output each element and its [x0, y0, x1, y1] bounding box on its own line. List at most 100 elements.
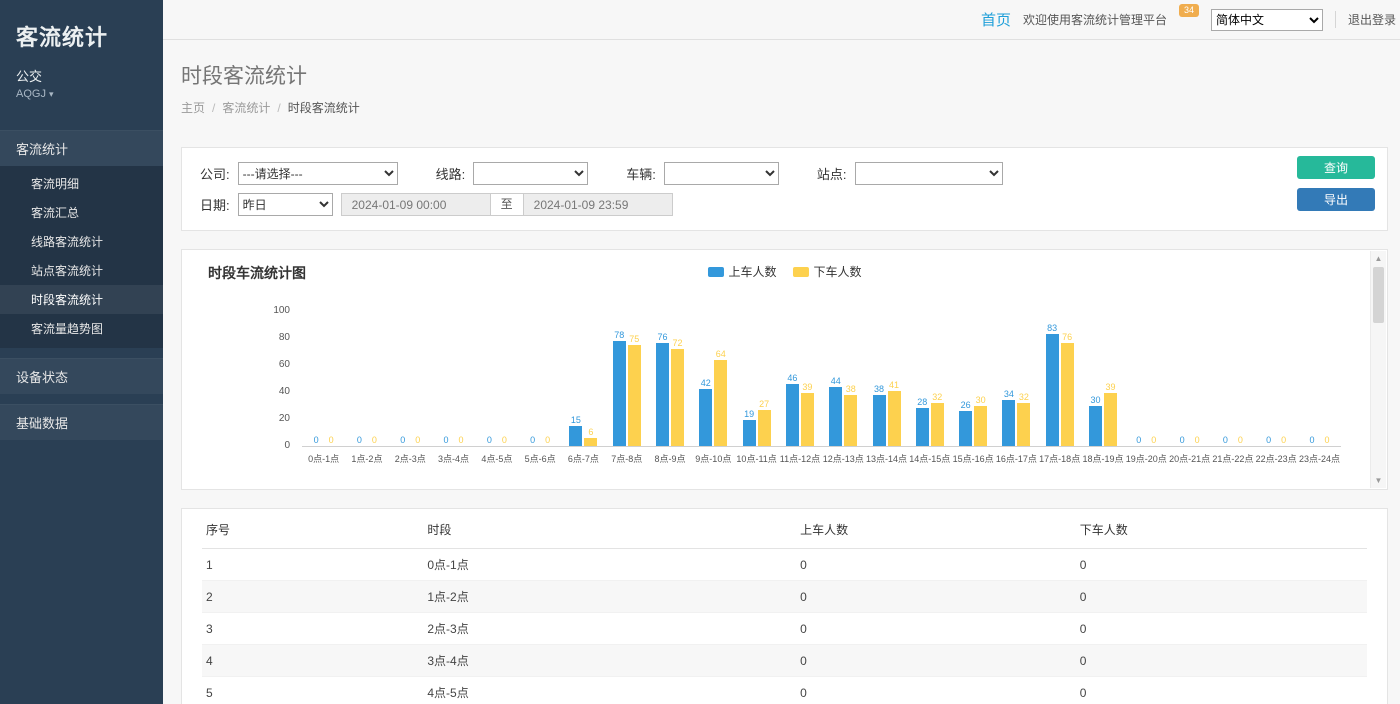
bar-value-label: 0	[1309, 435, 1314, 445]
bar-column: 76	[1061, 332, 1074, 446]
station-select[interactable]	[855, 162, 1003, 185]
sidebar-item[interactable]: 客流汇总	[0, 198, 163, 227]
language-select[interactable]: 简体中文	[1211, 9, 1323, 31]
sidebar-menu: 客流统计客流明细客流汇总线路客流统计站点客流统计时段客流统计客流量趋势图设备状态…	[0, 130, 163, 440]
bar-value-label: 15	[571, 415, 581, 425]
bar[interactable]	[829, 387, 842, 446]
search-button[interactable]: 查询	[1297, 156, 1375, 179]
bar[interactable]	[1061, 343, 1074, 446]
table-row: 21点-2点00	[202, 581, 1367, 613]
bar-pair: 3432	[1002, 389, 1030, 446]
bar-column: 32	[1017, 392, 1030, 446]
notification-badge[interactable]: 34	[1179, 4, 1199, 17]
end-date-input[interactable]	[523, 193, 673, 216]
bar-pair: 4264	[699, 349, 727, 446]
bar[interactable]	[613, 341, 626, 446]
line-label: 线路:	[436, 164, 466, 183]
sidebar-item[interactable]: 线路客流统计	[0, 227, 163, 256]
sidebar-item[interactable]: 时段客流统计	[0, 285, 163, 314]
table-body: 10点-1点0021点-2点0032点-3点0043点-4点0054点-5点00…	[202, 549, 1367, 704]
sidebar-item[interactable]: 站点客流统计	[0, 256, 163, 285]
bar[interactable]	[801, 393, 814, 446]
chart-header: 时段车流统计图 上车人数下车人数	[182, 250, 1387, 284]
bar[interactable]	[844, 395, 857, 446]
chart-category-group: 443812点-13点	[822, 312, 865, 446]
chart-scrollbar[interactable]: ▲ ▼	[1370, 251, 1386, 488]
bar[interactable]	[786, 384, 799, 446]
bar[interactable]	[888, 391, 901, 446]
bar[interactable]	[873, 395, 886, 446]
scroll-down-icon[interactable]: ▼	[1371, 476, 1386, 485]
home-link[interactable]: 首页	[981, 9, 1011, 30]
legend-item[interactable]: 上车人数	[707, 263, 776, 280]
scroll-up-icon[interactable]: ▲	[1371, 254, 1386, 263]
start-date-input[interactable]	[341, 193, 491, 216]
breadcrumb-item[interactable]: 客流统计	[222, 101, 270, 115]
vehicle-select[interactable]	[664, 162, 779, 185]
bar[interactable]	[974, 406, 987, 447]
bar[interactable]	[916, 408, 929, 446]
line-select[interactable]	[473, 162, 588, 185]
x-axis-label: 14点-15点	[909, 452, 950, 465]
bar[interactable]	[628, 345, 641, 446]
bar-pair: 156	[569, 415, 597, 446]
bar[interactable]	[699, 389, 712, 446]
chart-category-group: 303918点-19点	[1081, 312, 1124, 446]
bar-value-label: 26	[961, 400, 971, 410]
y-axis: 020406080100	[262, 312, 302, 446]
bar[interactable]	[1002, 400, 1015, 446]
logout-link[interactable]: 退出登录	[1335, 11, 1396, 28]
export-button[interactable]: 导出	[1297, 188, 1375, 211]
bar-value-label: 28	[917, 397, 927, 407]
bar[interactable]	[1089, 406, 1102, 447]
chart-category-group: 0019点-20点	[1125, 312, 1168, 446]
bar[interactable]	[1104, 393, 1117, 446]
y-axis-tick-label: 40	[279, 386, 290, 397]
sidebar-profile: 公交 AQGJ▾	[0, 58, 163, 100]
legend-label: 下车人数	[814, 263, 862, 280]
bar-value-label: 0	[400, 435, 405, 445]
sidebar-item[interactable]: 客流明细	[0, 169, 163, 198]
bar-value-label: 78	[614, 330, 624, 340]
company-select[interactable]: ---请选择---	[238, 162, 398, 185]
breadcrumb-item[interactable]: 主页	[181, 101, 205, 115]
bar[interactable]	[569, 426, 582, 446]
bar[interactable]	[1017, 403, 1030, 446]
bar-column: 0	[325, 435, 338, 446]
table-cell: 0	[1076, 613, 1367, 645]
legend-item[interactable]: 下车人数	[793, 263, 862, 280]
table-row: 54点-5点00	[202, 677, 1367, 704]
sidebar-section[interactable]: 基础数据	[0, 404, 163, 440]
user-menu[interactable]: AQGJ▾	[16, 88, 147, 100]
sidebar-item[interactable]: 客流量趋势图	[0, 314, 163, 343]
breadcrumb-separator: /	[212, 101, 215, 115]
scrollbar-thumb[interactable]	[1373, 267, 1384, 323]
bar-column: 38	[873, 384, 886, 446]
table-cell: 0	[796, 677, 1076, 704]
bar[interactable]	[671, 349, 684, 446]
bar-pair: 4639	[786, 373, 814, 446]
bar[interactable]	[714, 360, 727, 446]
bar[interactable]	[656, 343, 669, 446]
bar-value-label: 72	[673, 338, 683, 348]
bar-value-label: 19	[744, 409, 754, 419]
table-cell: 0	[796, 549, 1076, 581]
bar[interactable]	[959, 411, 972, 446]
table-cell: 0	[796, 645, 1076, 677]
main-column: 首页 欢迎使用客流统计管理平台 34 简体中文 退出登录 时段客流统计 主页/客…	[163, 0, 1400, 704]
bar[interactable]	[584, 438, 597, 446]
bar-pair: 00	[310, 435, 338, 446]
bar[interactable]	[758, 410, 771, 446]
chart-category-group: 78757点-8点	[605, 312, 648, 446]
sidebar-section[interactable]: 客流统计	[0, 130, 163, 166]
sidebar: 客流统计 公交 AQGJ▾ 客流统计客流明细客流汇总线路客流统计站点客流统计时段…	[0, 0, 163, 704]
bar[interactable]	[931, 403, 944, 446]
legend-label: 上车人数	[728, 263, 776, 280]
x-axis-label: 22点-23点	[1256, 452, 1297, 465]
chart-category-group: 42649点-10点	[692, 312, 735, 446]
sidebar-section[interactable]: 设备状态	[0, 358, 163, 394]
app-root: 客流统计 公交 AQGJ▾ 客流统计客流明细客流汇总线路客流统计站点客流统计时段…	[0, 0, 1400, 704]
bar[interactable]	[1046, 334, 1059, 446]
bar[interactable]	[743, 420, 756, 446]
date-preset-select[interactable]: 昨日	[238, 193, 333, 216]
